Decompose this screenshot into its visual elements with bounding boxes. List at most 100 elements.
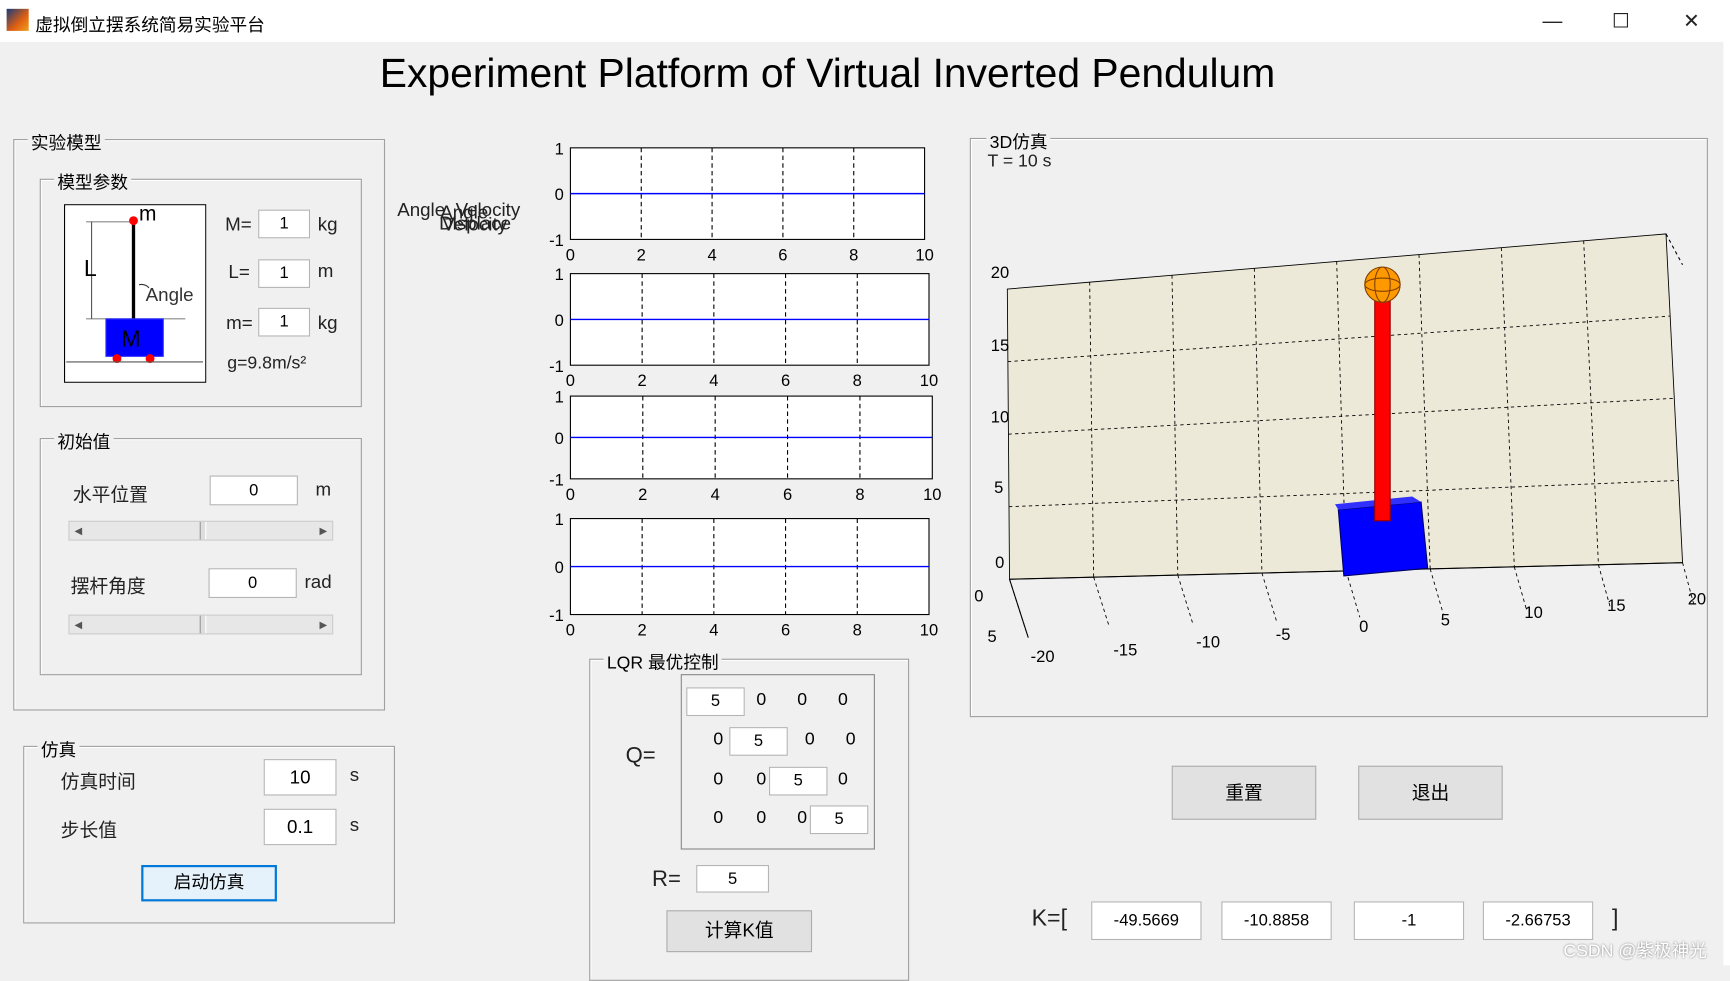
slider-thumb[interactable] bbox=[199, 521, 207, 540]
y-tick-label: -1 bbox=[549, 606, 564, 625]
matlab-logo-icon bbox=[6, 8, 29, 31]
window-title: 虚拟倒立摆系统简易实验平台 bbox=[35, 16, 265, 36]
q-value: 0 bbox=[713, 730, 724, 750]
grid-line bbox=[1261, 572, 1277, 621]
x-tick-label: 20 bbox=[1688, 590, 1706, 609]
z-tick-label: 10 bbox=[991, 408, 1009, 427]
x-tick-label: 10 bbox=[920, 621, 938, 640]
x-tick-label: 10 bbox=[1524, 603, 1542, 622]
q-value: 0 bbox=[756, 808, 767, 828]
step-unit: s bbox=[349, 814, 360, 836]
x-tick-label: 0 bbox=[566, 371, 575, 390]
q-diagonal-input[interactable]: 5 bbox=[686, 687, 745, 717]
q-diagonal-input[interactable]: 5 bbox=[769, 766, 828, 796]
x-tick-label: -15 bbox=[1113, 640, 1137, 659]
x-tick-label: 0 bbox=[566, 621, 575, 640]
x-tick-label: 2 bbox=[638, 485, 647, 504]
y-tick-label: 0 bbox=[555, 311, 564, 330]
grid-line bbox=[1093, 577, 1110, 628]
x-tick-label: 10 bbox=[915, 245, 933, 264]
q-value: 0 bbox=[756, 690, 767, 710]
position-slider[interactable]: ◀ ▶ bbox=[68, 520, 334, 541]
reset-button[interactable]: 重置 bbox=[1171, 765, 1317, 820]
start-simulation-button[interactable]: 启动仿真 bbox=[141, 865, 277, 902]
angle-input[interactable]: 0 bbox=[208, 568, 297, 598]
k-value-3[interactable]: -1 bbox=[1353, 901, 1465, 941]
x-tick-label: 10 bbox=[923, 485, 941, 504]
slider-right-arrow-icon[interactable]: ▶ bbox=[314, 522, 332, 540]
slider-thumb[interactable] bbox=[199, 615, 207, 634]
lqr-group-label: LQR 最优控制 bbox=[603, 647, 722, 675]
q-diagonal-input[interactable]: 5 bbox=[809, 805, 869, 835]
close-button[interactable]: ✕ bbox=[1666, 4, 1717, 37]
x-tick-label: 2 bbox=[638, 371, 647, 390]
x-tick-label: -20 bbox=[1031, 647, 1055, 666]
q-diagonal-input[interactable]: 5 bbox=[729, 727, 788, 756]
z-tick-label: 0 bbox=[995, 553, 1004, 572]
x-tick-label: 8 bbox=[853, 371, 862, 390]
position-input[interactable]: 0 bbox=[209, 475, 298, 506]
y-tick-label: 1 bbox=[555, 388, 564, 407]
angle-unit: rad bbox=[304, 571, 332, 593]
q-value: 0 bbox=[838, 690, 848, 710]
slider-left-arrow-icon[interactable]: ◀ bbox=[70, 616, 88, 634]
sim-time-input[interactable]: 10 bbox=[263, 759, 337, 796]
params-group-label: 模型参数 bbox=[54, 167, 132, 195]
L-input[interactable]: 1 bbox=[258, 259, 311, 288]
q-value: 0 bbox=[804, 730, 815, 750]
grid-line bbox=[1665, 233, 1684, 266]
slider-left-arrow-icon[interactable]: ◀ bbox=[70, 522, 88, 540]
M-input[interactable]: 1 bbox=[258, 209, 311, 239]
x-tick-label: 2 bbox=[638, 621, 647, 640]
x-tick-label: 6 bbox=[783, 485, 792, 504]
q-value: 0 bbox=[713, 770, 724, 789]
sim-time-label: 仿真时间 bbox=[60, 771, 136, 793]
initial-group: 初始值 bbox=[39, 426, 362, 676]
q-label: Q= bbox=[625, 743, 656, 768]
y-tick-label: 0 bbox=[555, 558, 564, 577]
k-value-2[interactable]: -10.8858 bbox=[1221, 901, 1332, 941]
m-input[interactable]: 1 bbox=[258, 307, 311, 337]
sim-group-label: 仿真 bbox=[37, 734, 80, 762]
q-value: 0 bbox=[838, 770, 848, 789]
x-tick-label: 4 bbox=[709, 371, 718, 390]
sim3d-group-label: 3D仿真 bbox=[986, 126, 1051, 154]
x-tick-label: 0 bbox=[566, 485, 575, 504]
y-tick-label: 0 bbox=[555, 185, 564, 204]
r-input[interactable]: 5 bbox=[696, 865, 770, 893]
watermark: CSDN @紫极神光 bbox=[1563, 942, 1707, 961]
step-input[interactable]: 0.1 bbox=[263, 808, 337, 846]
x-tick-label: 8 bbox=[853, 621, 862, 640]
r-label: R= bbox=[652, 867, 681, 892]
z-tick-label: 20 bbox=[991, 263, 1009, 282]
y-tick-label: 0 bbox=[974, 586, 983, 605]
x-tick-label: 8 bbox=[849, 245, 858, 264]
y-tick-label: 1 bbox=[555, 510, 564, 529]
svg-text:Angle: Angle bbox=[146, 284, 194, 305]
compute-k-button[interactable]: 计算K值 bbox=[666, 910, 813, 953]
M-label: M= bbox=[225, 214, 252, 236]
k-value-1[interactable]: -49.5669 bbox=[1091, 901, 1202, 941]
pendulum-rod bbox=[1374, 295, 1391, 522]
y-tick-label: -1 bbox=[549, 357, 564, 376]
M-unit: kg bbox=[317, 214, 338, 236]
step-label: 步长值 bbox=[60, 819, 117, 841]
svg-text:m: m bbox=[139, 204, 156, 226]
minimize-button[interactable]: — bbox=[1527, 4, 1578, 37]
q-value: 0 bbox=[845, 730, 856, 750]
y-tick-label: -1 bbox=[549, 231, 564, 250]
time-plots: Angle10-10 2 4 6 8 10Angle_Velocity10-10 2 4 6 8 1… bbox=[397, 139, 941, 640]
x-tick-label: 0 bbox=[566, 245, 575, 264]
y-tick-label: 0 bbox=[555, 429, 564, 448]
grid-line bbox=[1429, 568, 1444, 614]
maximize-button[interactable]: ☐ bbox=[1595, 4, 1646, 37]
z-tick-label: 15 bbox=[991, 336, 1009, 355]
exit-button[interactable]: 退出 bbox=[1358, 765, 1503, 820]
angle-slider[interactable]: ◀ ▶ bbox=[68, 614, 334, 635]
slider-right-arrow-icon[interactable]: ▶ bbox=[314, 616, 332, 634]
x-tick-label: 2 bbox=[637, 245, 646, 264]
m-unit: kg bbox=[317, 312, 338, 334]
L-label: L= bbox=[228, 261, 250, 283]
x-tick-label: 5 bbox=[1441, 611, 1450, 630]
k-value-4[interactable]: -2.66753 bbox=[1482, 901, 1594, 941]
